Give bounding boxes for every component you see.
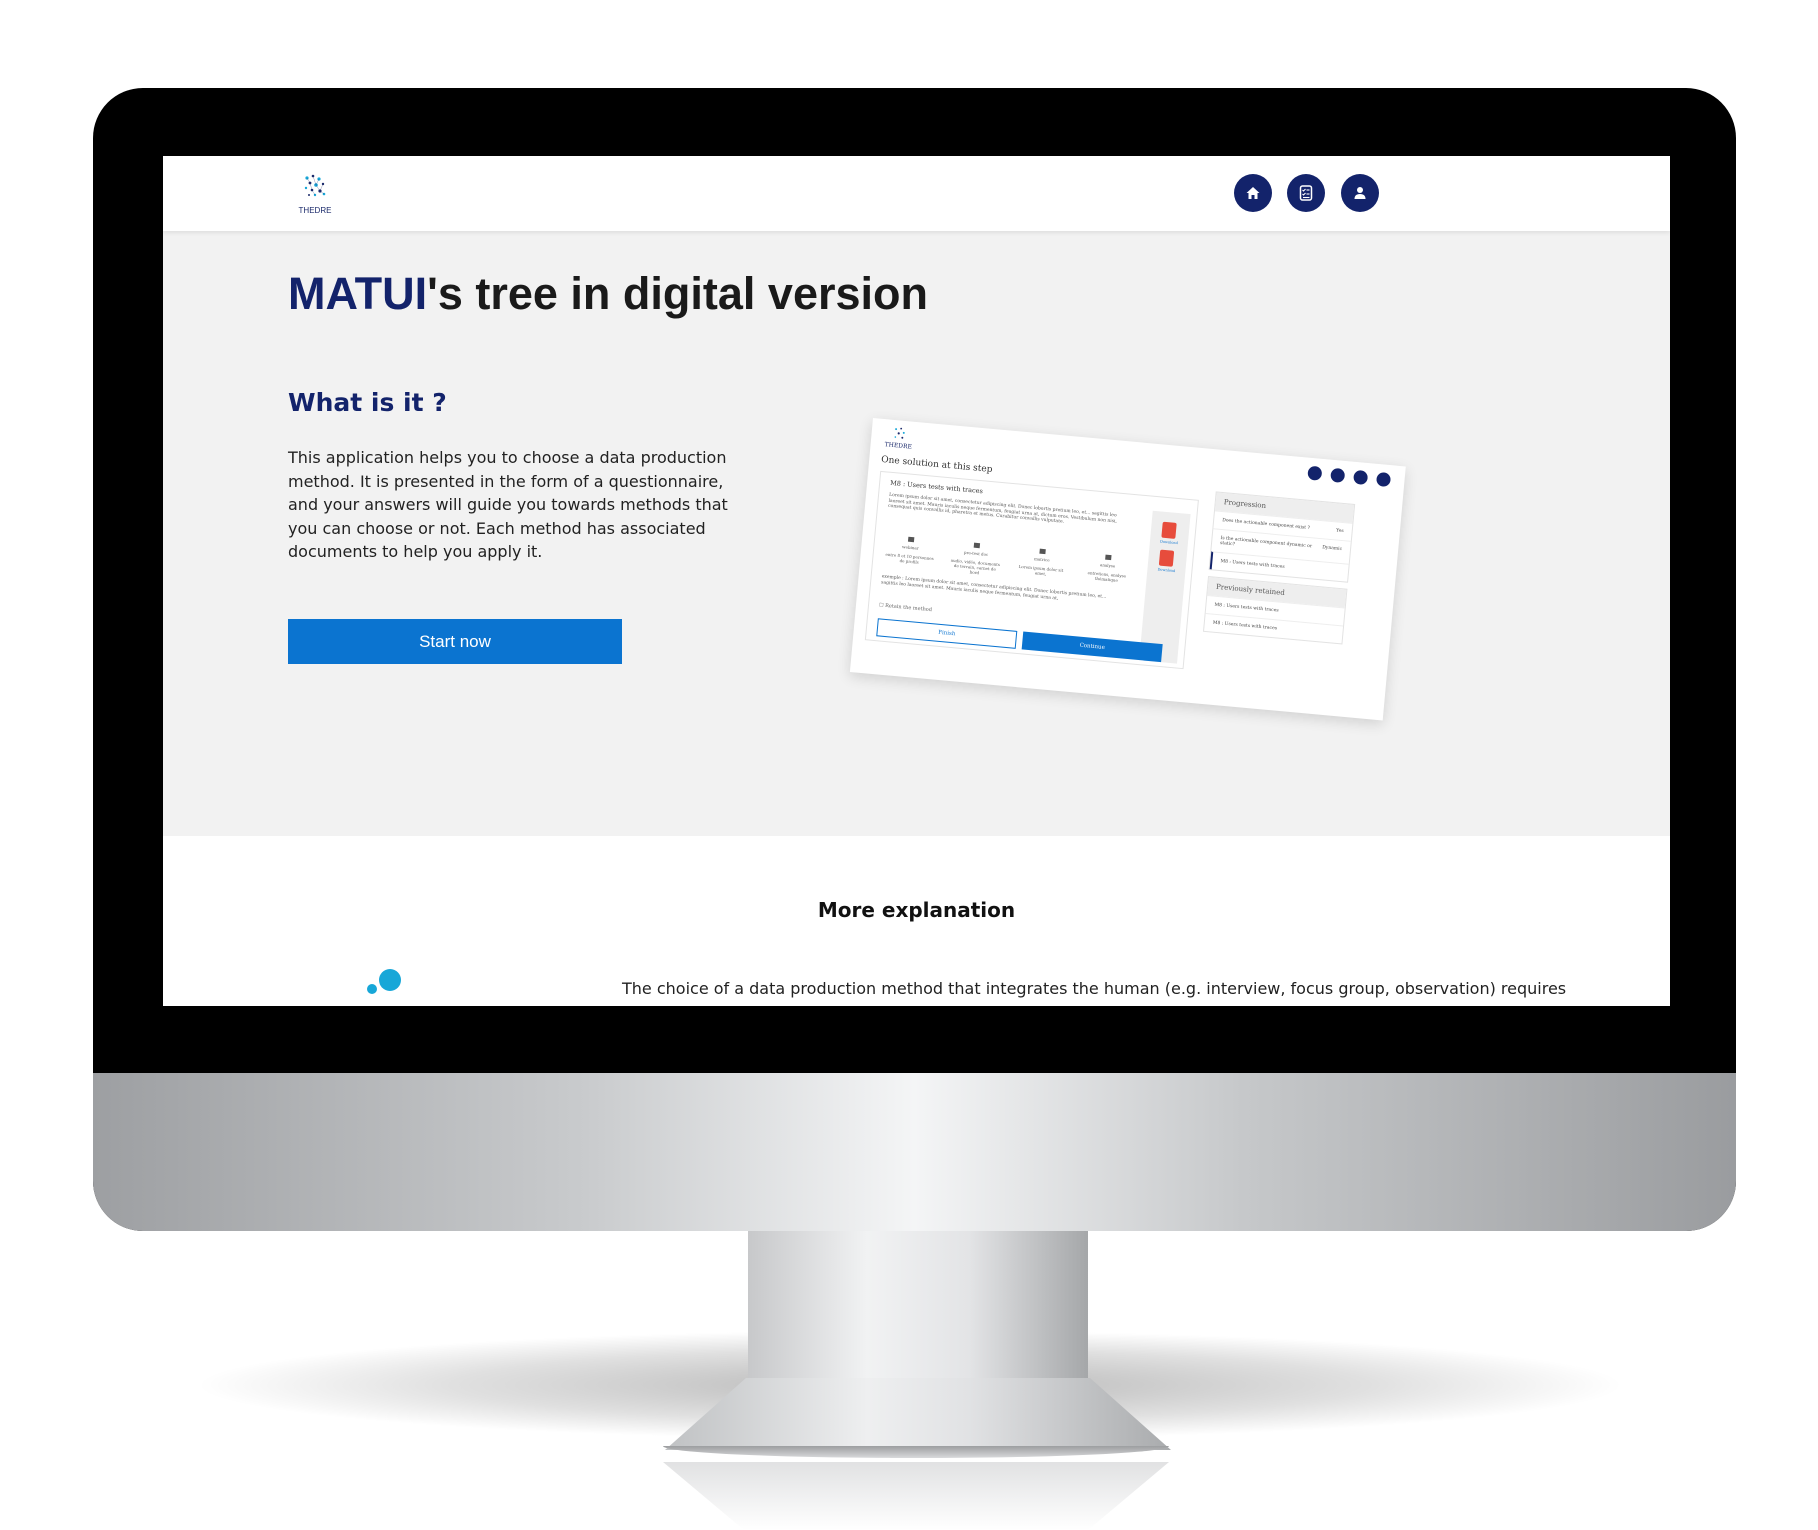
preview-progression-question: Is the actionable component dynamic or s… <box>1219 536 1313 550</box>
preview-share-icon <box>1330 467 1346 483</box>
page-title: MATUI's tree in digital version <box>288 268 928 320</box>
preview-method-title: M8 : Users tests with traces <box>889 478 984 496</box>
logo-text: THEDRE <box>298 206 332 215</box>
decorative-dot <box>367 984 377 994</box>
page-title-brand: MATUI <box>288 268 428 319</box>
logo-network-icon <box>304 174 326 197</box>
preview-logo: THEDRE <box>884 425 913 451</box>
preview-progression-question: M8 : Users tests with traces <box>1220 559 1285 570</box>
top-navbar: THEDRE <box>163 156 1670 231</box>
page-title-rest: 's tree in digital version <box>427 268 928 319</box>
preview-column-title: webinar <box>901 544 919 551</box>
preview-column-title: pre-test doc <box>963 549 989 557</box>
preview-list-icon <box>1353 469 1369 486</box>
preview-column-text: Lorem ipsum dolor sit amet, <box>1018 563 1064 577</box>
preview-column-icon <box>907 536 915 543</box>
questionnaire-button[interactable] <box>1287 174 1325 212</box>
user-icon <box>1354 187 1366 199</box>
preview-pdf-icon <box>1158 549 1175 567</box>
preview-column-text: entretiens, analyse thématique <box>1087 570 1127 583</box>
decorative-dot <box>379 969 401 991</box>
preview-column-text: audio, vidéo, documents de terrain, carn… <box>950 557 1001 576</box>
monitor-stand-base <box>665 1378 1171 1450</box>
thedre-logo[interactable]: THEDRE <box>295 172 335 216</box>
preview-column-icon <box>973 542 981 549</box>
more-explanation-heading: More explanation <box>817 898 1016 922</box>
preview-account-icon <box>1375 471 1392 488</box>
preview-column: pre-test doc audio, vidéo, documents de … <box>948 541 1003 578</box>
preview-column-text: entre 8 et 10 personnes de profils <box>885 551 934 565</box>
more-explanation-text: The choice of a data production method t… <box>622 979 1567 998</box>
preview-method-card: M8 : Users tests with traces Lorem ipsum… <box>864 470 1199 670</box>
preview-column: analyse entretiens, analyse thématique <box>1080 553 1135 590</box>
preview-column: matrice Lorem ipsum dolor sit amet, <box>1014 547 1069 584</box>
preview-retain-checkbox: ☐ Retain the method <box>878 602 933 614</box>
home-button[interactable] <box>1234 174 1272 212</box>
start-now-button[interactable]: Start now <box>288 619 622 664</box>
stand-reflection <box>663 1462 1169 1530</box>
app-preview-image: THEDRE One solution at this step M8 : Us… <box>849 418 1406 721</box>
intro-text: This application helps you to choose a d… <box>288 448 728 561</box>
home-icon <box>1246 187 1260 199</box>
what-is-it-heading: What is it ? <box>288 388 447 417</box>
monitor-stand-lip <box>663 1446 1169 1458</box>
preview-column-icon <box>1039 548 1046 555</box>
preview-progression-panel: Progression Does the actionable componen… <box>1208 491 1356 583</box>
screen: THEDRE MATUI's tree in digital version W… <box>163 156 1670 1006</box>
preview-column-icon <box>1105 554 1112 561</box>
preview-right-column: Progression Does the actionable componen… <box>1202 491 1356 650</box>
preview-user-icon <box>1307 465 1323 481</box>
preview-download-label: Download <box>1159 539 1178 546</box>
preview-progression-question: Does the actionable component exist ? <box>1221 518 1311 532</box>
more-explanation-section: More explanation The choice of a data pr… <box>163 836 1670 1006</box>
preview-column-title: matrice <box>1033 556 1050 563</box>
preview-finish-button: Finish <box>876 618 1018 649</box>
preview-logo-text: THEDRE <box>884 441 913 451</box>
preview-column-title: analyse <box>1099 562 1116 569</box>
preview-nav-icons <box>1307 465 1392 488</box>
monitor-chin <box>93 1073 1736 1231</box>
preview-downloads: Download Download <box>1139 510 1191 664</box>
user-button[interactable] <box>1341 174 1379 212</box>
preview-method-description: Lorem ipsum dolor sit amet, consectetur … <box>887 492 1118 525</box>
preview-progression-answer: Yes <box>1335 528 1344 535</box>
checklist-icon <box>1299 185 1313 201</box>
preview-retain-label: Retain the method <box>884 602 933 614</box>
monitor-stand-neck <box>748 1231 1088 1381</box>
preview-pdf-icon <box>1161 521 1177 539</box>
preview-logo-icon <box>894 427 905 439</box>
preview-column: webinar entre 8 et 10 personnes de profi… <box>883 535 938 572</box>
preview-retained-panel: Previously retained M8 : Users tests wit… <box>1202 576 1348 645</box>
preview-download-label: Download <box>1157 567 1176 574</box>
preview-progression-answer: Dynamic <box>1321 545 1343 553</box>
